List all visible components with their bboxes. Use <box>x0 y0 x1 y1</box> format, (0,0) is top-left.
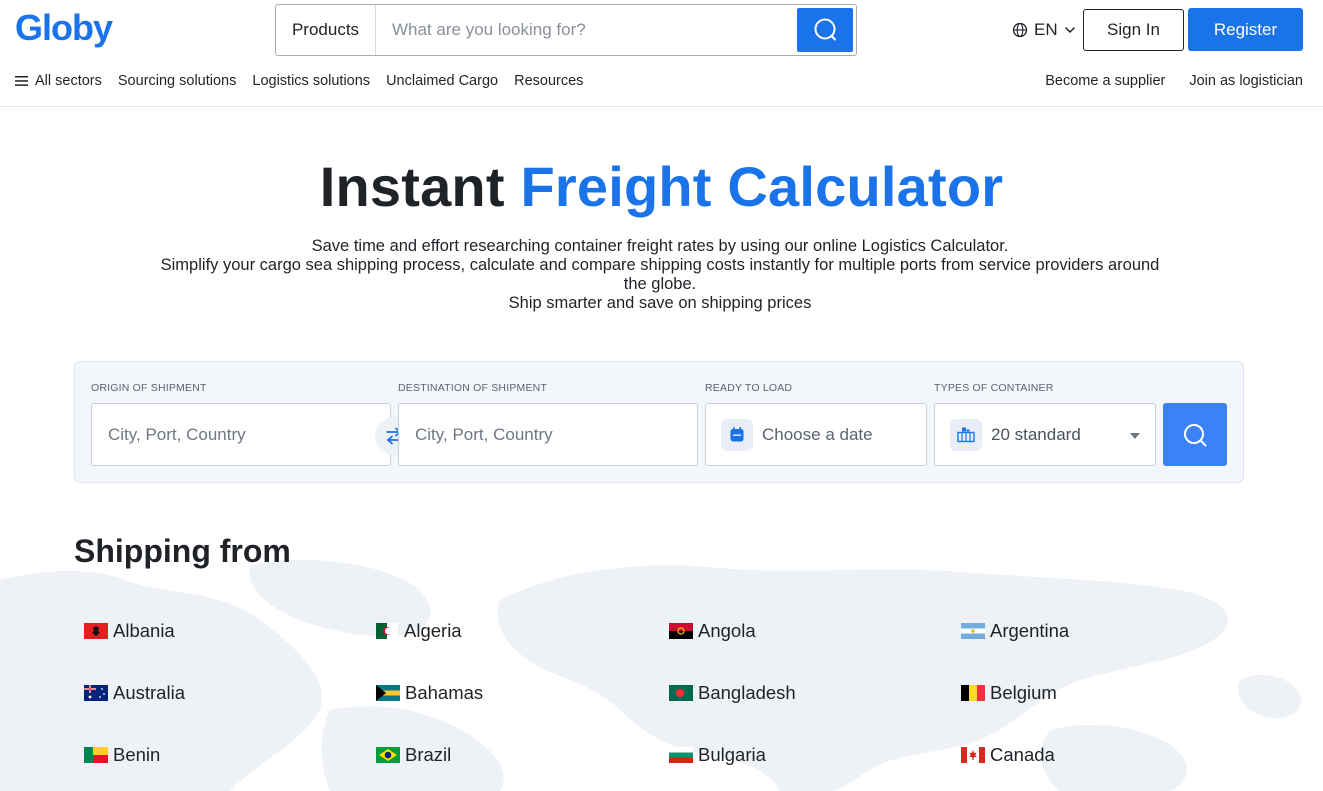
canada-flag-icon <box>961 747 985 763</box>
nav-logistics-solutions[interactable]: Logistics solutions <box>252 73 370 89</box>
country-name: Australia <box>113 682 185 703</box>
nav-resources[interactable]: Resources <box>514 73 583 89</box>
title-accent: Freight Calculator <box>520 155 1004 218</box>
freight-calculator-form: ORIGIN OF SHIPMENT DESTINATION OF SHIPME… <box>74 361 1244 483</box>
logo-wordmark: Globy <box>15 9 114 48</box>
country-name: Bangladesh <box>698 682 796 703</box>
country-link-argentina[interactable]: Argentina <box>961 619 1069 643</box>
nav-sourcing-solutions[interactable]: Sourcing solutions <box>118 73 237 89</box>
angola-flag-icon <box>669 623 693 639</box>
world-map-background <box>0 560 1301 791</box>
container-type-value: 20 standard <box>991 424 1081 444</box>
hero-description: Save time and effort researching contain… <box>160 237 1160 313</box>
title-plain: Instant <box>319 155 505 218</box>
country-link-angola[interactable]: Angola <box>669 619 756 643</box>
country-name: Argentina <box>990 620 1070 641</box>
secondary-nav: Become a supplier Join as logistician <box>1021 72 1303 90</box>
caret-down-icon <box>1130 433 1140 439</box>
country-link-bulgaria[interactable]: Bulgaria <box>669 743 766 767</box>
destination-input[interactable] <box>399 404 697 465</box>
country-name: Albania <box>113 620 175 641</box>
page-title: Instant Freight Calculator <box>0 154 1323 219</box>
nav-unclaimed-cargo[interactable]: Unclaimed Cargo <box>386 73 498 89</box>
menu-icon <box>15 76 28 86</box>
language-label: EN <box>1034 20 1058 39</box>
calculate-search-button[interactable] <box>1163 403 1227 466</box>
bangladesh-flag-icon <box>669 685 693 701</box>
country-name: Bahamas <box>405 682 484 703</box>
chevron-down-icon <box>1064 26 1075 34</box>
country-link-brazil[interactable]: Brazil <box>376 743 451 767</box>
destination-label: DESTINATION OF SHIPMENT <box>398 382 548 394</box>
logo-text: Globy <box>15 9 113 48</box>
calendar-icon-wrap <box>721 418 753 451</box>
search-button[interactable] <box>797 8 853 52</box>
destination-field <box>398 403 698 466</box>
globy-logo[interactable]: Globy <box>15 9 119 49</box>
country-name: Benin <box>113 744 161 765</box>
date-placeholder: Choose a date <box>762 424 873 444</box>
calendar-icon <box>730 427 744 442</box>
site-header: Globy Products EN Sign In Register <box>0 0 1323 107</box>
sign-in-button[interactable]: Sign In <box>1083 9 1184 51</box>
algeria-flag-icon <box>376 623 398 639</box>
join-logistician-link[interactable]: Join as logistician <box>1189 73 1303 89</box>
country-link-bangladesh[interactable]: Bangladesh <box>669 681 796 705</box>
search-category-select[interactable]: Products <box>276 5 376 55</box>
bulgaria-flag-icon <box>669 747 693 763</box>
container-icon-wrap <box>950 418 982 451</box>
australia-flag-icon <box>84 685 108 701</box>
country-link-benin[interactable]: Benin <box>84 743 160 767</box>
hero-line-2: Simplify your cargo sea shipping process… <box>160 256 1160 293</box>
become-supplier-link[interactable]: Become a supplier <box>1045 73 1165 89</box>
country-name: Belgium <box>990 682 1057 703</box>
country-name: Brazil <box>405 744 452 765</box>
brazil-flag-icon <box>376 747 400 763</box>
country-name: Bulgaria <box>698 744 766 765</box>
bahamas-flag-icon <box>376 685 400 701</box>
country-link-belgium[interactable]: Belgium <box>961 681 1057 705</box>
container-type-select[interactable]: 20 standard <box>934 403 1156 466</box>
origin-label: ORIGIN OF SHIPMENT <box>91 382 207 394</box>
nav-all-sectors[interactable]: All sectors <box>15 73 102 89</box>
country-link-bahamas[interactable]: Bahamas <box>376 681 483 705</box>
hero-line-1: Save time and effort researching contain… <box>311 237 1009 255</box>
country-link-australia[interactable]: Australia <box>84 681 185 705</box>
date-picker-field[interactable]: Choose a date <box>705 403 927 466</box>
container-icon <box>957 427 975 442</box>
search-icon <box>814 18 836 41</box>
shipping-from-heading: Shipping from <box>74 533 291 569</box>
hero-line-3: Ship smarter and save on shipping prices <box>508 294 812 312</box>
nav-all-sectors-label: All sectors <box>35 73 102 89</box>
country-name: Canada <box>990 744 1055 765</box>
country-link-albania[interactable]: Albania <box>84 619 175 643</box>
register-button[interactable]: Register <box>1188 8 1303 51</box>
country-name: Algeria <box>404 620 462 641</box>
origin-input[interactable] <box>92 404 390 465</box>
belgium-flag-icon <box>961 685 985 701</box>
main-nav: All sectors Sourcing solutions Logistics… <box>15 72 599 90</box>
search-bar: Products <box>275 4 857 56</box>
argentina-flag-icon <box>961 623 985 639</box>
globe-icon <box>1012 22 1028 38</box>
country-link-algeria[interactable]: Algeria <box>376 619 462 643</box>
benin-flag-icon <box>84 747 108 763</box>
search-input[interactable] <box>376 5 797 55</box>
ready-to-load-label: READY TO LOAD <box>705 382 793 394</box>
country-name: Angola <box>698 620 756 641</box>
search-icon <box>1184 423 1207 446</box>
origin-field <box>91 403 391 466</box>
country-link-canada[interactable]: Canada <box>961 743 1055 767</box>
language-selector[interactable]: EN <box>1012 19 1076 41</box>
albania-flag-icon <box>84 623 108 639</box>
container-type-label: TYPES OF CONTAINER <box>934 382 1054 394</box>
